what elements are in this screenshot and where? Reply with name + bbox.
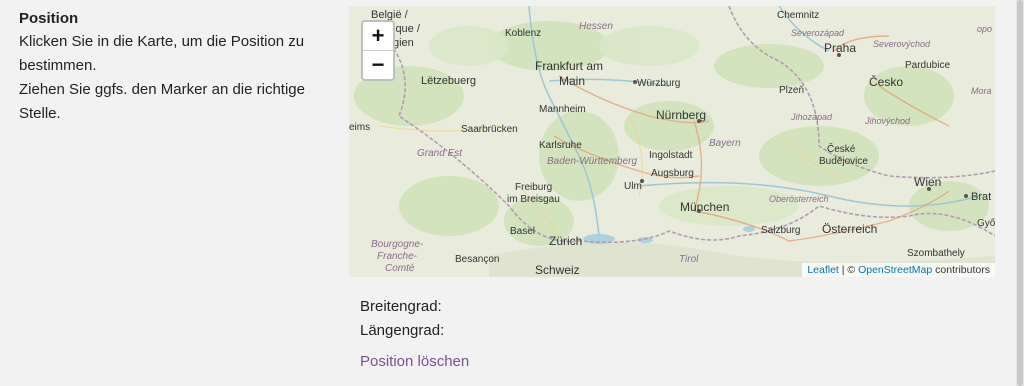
map-label-cb-1: České [827,142,856,155]
map-label-saarbruecken: Saarbrücken [461,124,518,135]
map-label-basel: Basel [510,226,535,237]
map-label-mora: Mora [971,86,992,96]
map-label-bourgogne-2: Franche- [377,251,418,262]
map-label-jihovychod: Jihovýchod [864,116,911,126]
map-label-freiburg-1: Freiburg [515,182,552,193]
map-label-belgie-3: gien [393,37,414,49]
map-label-gyo: Győ [977,218,995,229]
map-label-salzburg: Salzburg [761,225,800,236]
map-label-oesterreich: Österreich [822,222,877,236]
map-label-hessen: Hessen [579,21,613,32]
map-label-grandest: Grand Est [417,148,463,159]
position-title: Position [19,10,79,27]
openstreetmap-link[interactable]: OpenStreetMap [858,264,932,276]
map-label-frankfurt-1: Frankfurt am [535,59,603,73]
map-label-brat: Brat [971,191,991,203]
map-label-nuernberg: Nürnberg [656,108,706,122]
map-label-ulm: Ulm [624,181,642,192]
clear-position-link[interactable]: Position löschen [360,353,469,370]
map-attribution: Leaflet | © OpenStreetMap contributors [802,263,995,277]
latitude-label: Breitengrad: [360,298,442,315]
map-label-szombathely: Szombathely [907,248,965,259]
attribution-suffix: contributors [932,264,990,276]
map-label-praha: Praha [824,41,856,55]
zoom-control: + − [361,20,395,81]
map-label-augsburg: Augsburg [651,168,694,179]
map-label-karlsruhe: Karlsruhe [539,140,582,151]
position-help-line-2: Ziehen Sie ggfs. den Marker an die richt… [19,81,305,122]
map-label-bourgogne-1: Bourgogne- [371,239,424,250]
map-label-opo: opo [977,24,992,34]
map-tiles[interactable]: Chemnitz Praha Koblenz Hessen Frankfurt … [349,6,995,277]
map-label-pardubice: Pardubice [905,60,950,71]
map-label-reims: eims [349,122,370,133]
zoom-out-button[interactable]: − [363,51,393,79]
map-label-schweiz: Schweiz [535,263,580,277]
map-label-ingolstadt: Ingolstadt [649,150,693,161]
map-label-muenchen: München [680,200,729,214]
map-label-tirol: Tirol [679,254,699,265]
coordinates: Breitengrad: Längengrad: [360,295,444,343]
map-label-plzen: Plzeň [779,85,804,96]
leaflet-link[interactable]: Leaflet [807,264,839,276]
map-label-bw: Baden-Württemberg [547,156,637,167]
map-label-mannheim: Mannheim [539,104,586,115]
map-label-zuerich: Zürich [549,234,582,248]
map-label-severovychod: Severovýchod [873,39,931,49]
map-label-bayern: Bayern [709,138,741,149]
attribution-separator: | © [838,264,859,276]
map-label-cesko: Česko [869,74,903,89]
map-label-bourgogne-3: Comté [385,263,415,274]
map-label-wuerzburg: Würzburg [637,78,680,89]
map-label-chemnitz: Chemnitz [777,10,819,21]
position-field-label: Position Klicken Sie in die Karte, um di… [19,8,339,126]
map-label-freiburg-2: im Breisgau [507,194,560,205]
scrollbar[interactable] [1016,0,1024,386]
zoom-in-button[interactable]: + [363,22,393,51]
scrollbar-thumb[interactable] [1017,0,1023,386]
map-label-belgie-2: ique / [393,23,421,35]
map-label-wien: Wien [914,175,941,189]
map-label-koblenz: Koblenz [505,28,541,39]
map-label-oberoesterreich: Oberösterreich [769,194,829,204]
map-label-frankfurt-2: Main [559,74,585,88]
position-help-line-1: Klicken Sie in die Karte, um die Positio… [19,33,305,74]
map-label-jihozapad: Jihozápad [790,112,833,122]
map-label-letzebuerg: Lëtzebuerg [421,75,476,87]
map-label-severozapad: Severozápad [791,28,845,38]
map-label-besancon: Besançon [455,254,499,265]
map[interactable]: Chemnitz Praha Koblenz Hessen Frankfurt … [349,6,995,277]
longitude-label: Längengrad: [360,322,445,339]
map-label-cb-2: Budějovice [819,156,868,167]
